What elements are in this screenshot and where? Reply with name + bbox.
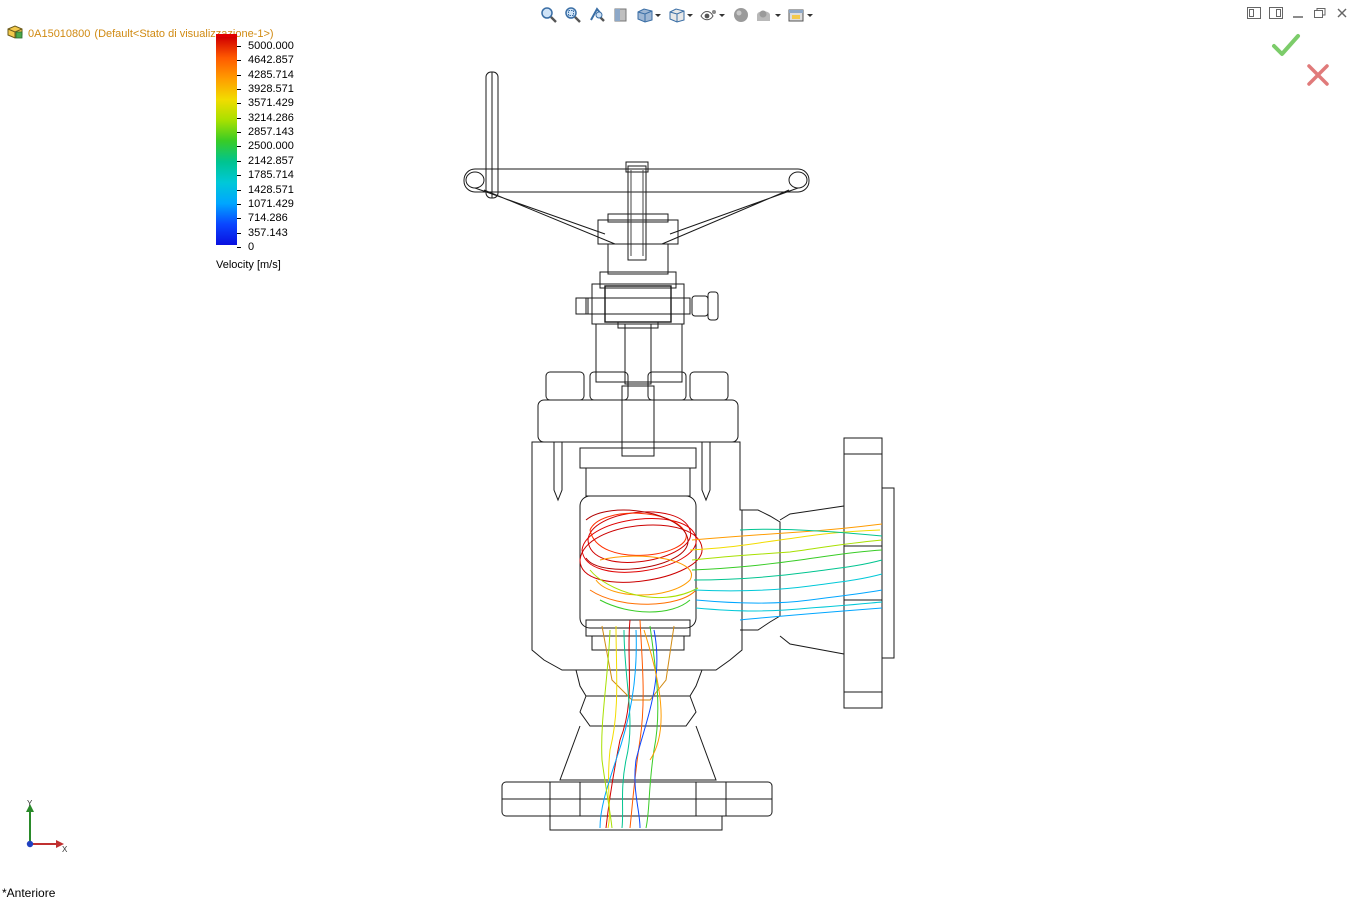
x-icon <box>1307 64 1329 86</box>
legend-tick <box>237 60 241 62</box>
legend-tick <box>237 246 241 248</box>
legend-value: 714.286 <box>248 212 288 225</box>
legend-tick <box>237 218 241 220</box>
confirm-button[interactable] <box>1271 31 1301 59</box>
legend-tick <box>237 189 241 191</box>
cancel-button[interactable] <box>1304 61 1332 89</box>
restore-button[interactable] <box>1312 6 1328 20</box>
legend-value: 5000.000 <box>248 40 294 52</box>
view-name: *Anteriore <box>2 886 56 900</box>
close-window-button[interactable] <box>1334 6 1350 20</box>
legend-tick <box>237 132 241 134</box>
legend-value: 4285.714 <box>248 68 294 81</box>
view-orientation-button[interactable] <box>634 4 664 26</box>
view-tile-left-button[interactable] <box>1246 6 1262 20</box>
legend-value: 1071.429 <box>248 197 294 210</box>
view-orientation-icon <box>637 8 661 23</box>
legend-value: 3571.429 <box>248 97 294 110</box>
legend-value: 1428.571 <box>248 183 294 196</box>
window-controls <box>1246 6 1350 20</box>
appearance-icon <box>734 8 748 22</box>
heads-up-view-toolbar <box>538 4 816 26</box>
coordinate-triad: Y X <box>26 800 68 854</box>
apply-scene-button[interactable] <box>754 4 784 26</box>
legend-tick <box>237 103 241 105</box>
restore-icon <box>1314 8 1326 18</box>
legend-value: 0 <box>248 240 255 253</box>
velocity-color-scale <box>216 37 237 245</box>
check-icon <box>1272 34 1300 56</box>
previous-view-icon <box>590 7 605 22</box>
display-style-icon <box>669 8 693 23</box>
edit-appearance-button[interactable] <box>730 4 752 26</box>
legend-value: 3928.571 <box>248 83 294 96</box>
section-view-button[interactable] <box>610 4 632 26</box>
display-style-button[interactable] <box>666 4 696 26</box>
legend-value: 2500.000 <box>248 140 294 153</box>
previous-view-button[interactable] <box>586 4 608 26</box>
legend-tick <box>237 203 241 205</box>
view-settings-button[interactable] <box>786 4 816 26</box>
legend-tick <box>237 160 241 162</box>
legend-tick <box>237 46 241 47</box>
legend-tick <box>237 232 241 234</box>
legend-value: 4642.857 <box>248 54 294 67</box>
hide-show-items-button[interactable] <box>698 4 728 26</box>
legend-value: 3214.286 <box>248 111 294 124</box>
legend-tick <box>237 175 241 177</box>
legend-value: 1785.714 <box>248 169 294 182</box>
model-name[interactable]: 0A15010800 <box>28 28 90 40</box>
valve-wireframe <box>463 71 895 831</box>
legend-tick <box>237 117 241 119</box>
tile-right-icon <box>1269 7 1283 19</box>
legend-value: 357.143 <box>248 226 288 239</box>
triad-y-label: Y <box>27 800 33 808</box>
assembly-icon[interactable] <box>6 24 24 43</box>
close-icon <box>1337 8 1347 18</box>
minimize-icon <box>1293 16 1303 18</box>
zoom-fit-icon <box>541 7 557 23</box>
view-settings-icon <box>788 9 813 22</box>
model-configuration[interactable]: (Default<Stato di visualizzazione-1>) <box>94 28 273 40</box>
minimize-button[interactable] <box>1290 6 1306 20</box>
scene-icon <box>757 10 781 21</box>
zoom-to-fit-button[interactable] <box>538 4 560 26</box>
zoom-area-icon <box>565 7 581 23</box>
section-view-icon <box>614 8 627 22</box>
triad-x-label: X <box>62 845 68 854</box>
hide-show-icon <box>700 10 725 21</box>
view-tile-right-button[interactable] <box>1268 6 1284 20</box>
legend-tick <box>237 74 241 76</box>
legend-tick <box>237 89 241 91</box>
legend-title: Velocity [m/s] <box>216 259 281 271</box>
tile-left-icon <box>1247 7 1261 19</box>
valve-model-viewport[interactable] <box>440 60 920 850</box>
legend-tick <box>237 146 241 148</box>
zoom-to-area-button[interactable] <box>562 4 584 26</box>
legend-value: 2142.857 <box>248 154 294 167</box>
legend-value: 2857.143 <box>248 126 294 139</box>
